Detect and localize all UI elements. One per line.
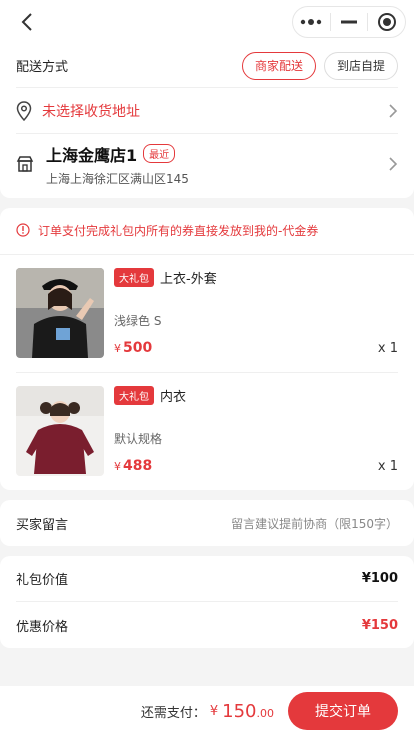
back-button[interactable] bbox=[14, 10, 40, 34]
goods-spec: 默认规格 bbox=[114, 432, 163, 446]
more-dots-icon bbox=[301, 19, 322, 25]
gift-value-label: 礼包价值 bbox=[16, 573, 69, 588]
goods-card: 订单支付完成礼包内所有的券直接发放到我的-代金券 大礼包 上衣-外套 浅绿色 S… bbox=[0, 208, 414, 490]
goods-title: 上衣-外套 bbox=[160, 272, 217, 287]
store-row[interactable]: 上海金鹰店1 最近 上海上海徐汇区满山区145 bbox=[16, 134, 398, 194]
no-address-text: 未选择收货地址 bbox=[42, 103, 140, 120]
gift-value-row: 礼包价值 ¥100 bbox=[16, 556, 398, 602]
goods-spec: 浅绿色 S bbox=[114, 314, 162, 328]
buyer-message-input[interactable]: 留言建议提前协商（限150字） bbox=[231, 515, 398, 532]
minus-icon bbox=[341, 20, 357, 24]
goods-quantity: x 1 bbox=[377, 459, 398, 474]
target-circle-icon bbox=[377, 13, 396, 31]
goods-price: ¥488 bbox=[114, 458, 152, 474]
goods-quantity: x 1 bbox=[377, 341, 398, 356]
goods-item[interactable]: 大礼包 上衣-外套 浅绿色 S ¥500 x 1 bbox=[16, 266, 398, 374]
store-name-line: 上海金鹰店1 最近 bbox=[46, 142, 388, 166]
currency-symbol: ¥ bbox=[114, 342, 121, 355]
price-value: 500 bbox=[123, 340, 153, 356]
coupon-notice: 订单支付完成礼包内所有的券直接发放到我的-代金券 bbox=[16, 218, 398, 242]
chevron-right-icon bbox=[389, 103, 398, 118]
currency-symbol: ¥ bbox=[209, 703, 219, 719]
amount-due-decimal: .00 bbox=[256, 707, 275, 720]
store-name: 上海金鹰店1 bbox=[46, 145, 138, 165]
delivery-card: 配送方式 商家配送 到店自提 未选择收货地址 上海金鹰店1 最近 上海上海徐汇区… bbox=[0, 44, 414, 198]
amount-due-label: 还需支付： bbox=[140, 705, 206, 721]
divider bbox=[16, 372, 398, 373]
delivery-option-pickup[interactable]: 到店自提 bbox=[323, 51, 398, 80]
discount-price-row: 优惠价格 ¥150 bbox=[16, 602, 398, 648]
buyer-message-label: 买家留言 bbox=[16, 517, 69, 533]
goods-title-line: 大礼包 内衣 bbox=[114, 386, 186, 405]
gift-pack-badge: 大礼包 bbox=[114, 268, 154, 287]
product-image bbox=[16, 268, 104, 358]
chevron-left-icon bbox=[21, 13, 32, 31]
select-address-row[interactable]: 未选择收货地址 bbox=[16, 88, 398, 134]
goods-title: 内衣 bbox=[160, 390, 187, 405]
store-address: 上海上海徐汇区满山区145 bbox=[46, 171, 189, 186]
goods-title-line: 大礼包 上衣-外套 bbox=[114, 268, 217, 287]
gift-value: ¥100 bbox=[361, 571, 398, 586]
gift-pack-badge: 大礼包 bbox=[114, 386, 154, 405]
divider bbox=[0, 254, 414, 255]
store-icon bbox=[16, 156, 34, 172]
store-info: 上海金鹰店1 最近 上海上海徐汇区满山区145 bbox=[46, 142, 388, 187]
chevron-right-icon bbox=[389, 157, 398, 171]
nearest-badge: 最近 bbox=[143, 144, 176, 163]
discount-price: ¥150 bbox=[361, 617, 398, 633]
mini-program-capsule bbox=[292, 6, 406, 38]
goods-item[interactable]: 大礼包 内衣 默认规格 ¥488 x 1 bbox=[16, 384, 398, 492]
close-button[interactable] bbox=[368, 7, 405, 37]
delivery-label: 配送方式 bbox=[16, 60, 69, 75]
discount-price-label: 优惠价格 bbox=[16, 619, 69, 635]
minimize-button[interactable] bbox=[331, 7, 368, 37]
product-image bbox=[16, 386, 104, 476]
top-bar bbox=[0, 0, 414, 44]
notice-text: 订单支付完成礼包内所有的券直接发放到我的-代金券 bbox=[38, 223, 319, 238]
delivery-option-merchant[interactable]: 商家配送 bbox=[241, 51, 316, 80]
price-summary-card: 礼包价值 ¥100 优惠价格 ¥150 bbox=[0, 556, 414, 648]
checkout-bar: 还需支付： ¥ 150 .00 提交订单 bbox=[0, 686, 414, 736]
buyer-message-card: 买家留言 留言建议提前协商（限150字） bbox=[0, 500, 414, 546]
amount-due-integer: 150 bbox=[222, 700, 257, 722]
delivery-method-row: 配送方式 商家配送 到店自提 bbox=[16, 44, 398, 88]
goods-price: ¥500 bbox=[114, 340, 152, 356]
price-value: 488 bbox=[123, 458, 153, 474]
more-button[interactable] bbox=[293, 7, 330, 37]
submit-order-button[interactable]: 提交订单 bbox=[288, 692, 398, 730]
info-circle-icon bbox=[16, 223, 30, 237]
currency-symbol: ¥ bbox=[114, 460, 121, 473]
location-pin-icon bbox=[16, 100, 32, 121]
